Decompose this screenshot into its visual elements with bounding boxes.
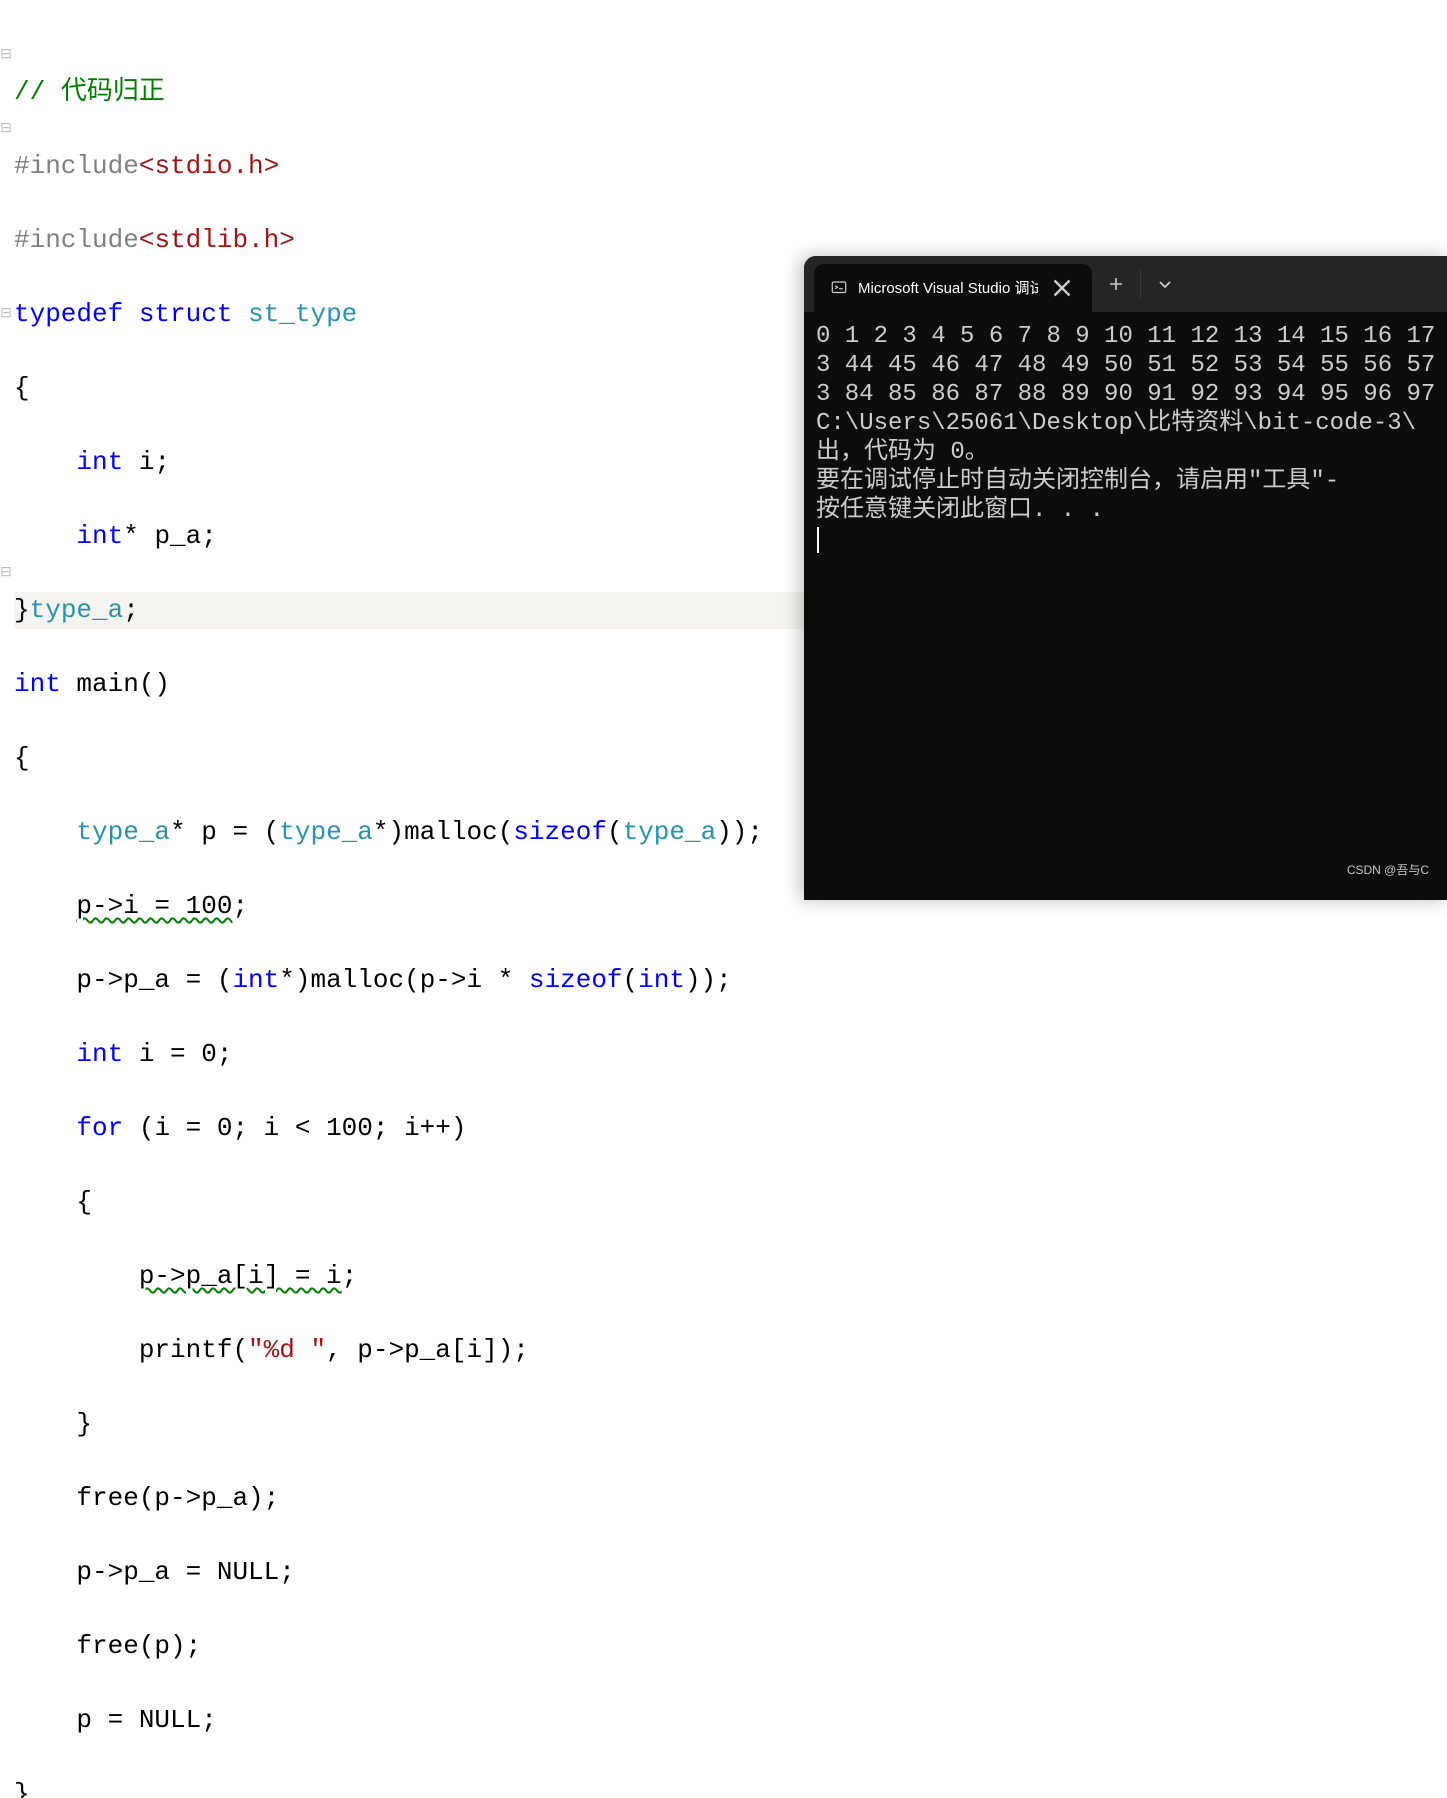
code-line[interactable]: free(p); xyxy=(14,1628,1447,1665)
code-line[interactable]: for (i = 0; i < 100; i++) xyxy=(14,1110,1447,1147)
terminal-text: 出，代码为 0。 xyxy=(816,439,989,466)
code-line[interactable]: p = NULL; xyxy=(14,1702,1447,1739)
terminal-text: C:\Users\25061\Desktop\比特资料\bit-code-3\ xyxy=(816,410,1416,437)
close-icon[interactable] xyxy=(1048,274,1076,302)
new-tab-button[interactable] xyxy=(1092,256,1140,312)
code-line[interactable]: p->p_a[i] = i; xyxy=(14,1258,1447,1295)
terminal-tabbar: Microsoft Visual Studio 调试控 xyxy=(804,256,1447,312)
terminal-window[interactable]: Microsoft Visual Studio 调试控 0 1 2 3 4 5 … xyxy=(804,256,1447,900)
code-line[interactable]: printf("%d ", p->p_a[i]); xyxy=(14,1332,1447,1369)
terminal-text: 0 1 2 3 4 5 6 7 8 9 10 11 12 13 14 15 16… xyxy=(816,323,1435,350)
code-line[interactable]: #include<stdio.h> xyxy=(14,148,1447,185)
code-line[interactable]: // 代码归正 xyxy=(14,74,1447,111)
terminal-tab[interactable]: Microsoft Visual Studio 调试控 xyxy=(814,264,1092,312)
tab-dropdown-button[interactable] xyxy=(1141,256,1189,312)
terminal-text: 按任意键关闭此窗口. . . xyxy=(816,497,1104,524)
code-line[interactable]: free(p->p_a); xyxy=(14,1480,1447,1517)
terminal-icon xyxy=(830,279,848,297)
terminal-text: 要在调试停止时自动关闭控制台，请启用"工具"- xyxy=(816,468,1339,495)
code-line[interactable]: } xyxy=(14,1406,1447,1443)
watermark: CSDN @吾与C xyxy=(1347,852,1429,889)
code-line[interactable]: p->p_a = (int*)malloc(p->i * sizeof(int)… xyxy=(14,962,1447,999)
terminal-output[interactable]: 0 1 2 3 4 5 6 7 8 9 10 11 12 13 14 15 16… xyxy=(804,312,1447,564)
terminal-text: 3 44 45 46 47 48 49 50 51 52 53 54 55 56… xyxy=(816,352,1435,379)
fold-gutter: ⊟⊟⊟⊟ xyxy=(0,0,12,888)
terminal-text: 3 84 85 86 87 88 89 90 91 92 93 94 95 96… xyxy=(816,381,1435,408)
chevron-down-icon xyxy=(1158,277,1172,291)
code-line[interactable]: #include<stdlib.h> xyxy=(14,222,1447,259)
terminal-cursor xyxy=(817,527,819,553)
code-line[interactable]: { xyxy=(14,1184,1447,1221)
code-line[interactable]: } xyxy=(14,1776,1447,1798)
code-line[interactable]: p->p_a = NULL; xyxy=(14,1554,1447,1591)
terminal-tab-title: Microsoft Visual Studio 调试控 xyxy=(858,274,1038,303)
code-line[interactable]: int i = 0; xyxy=(14,1036,1447,1073)
